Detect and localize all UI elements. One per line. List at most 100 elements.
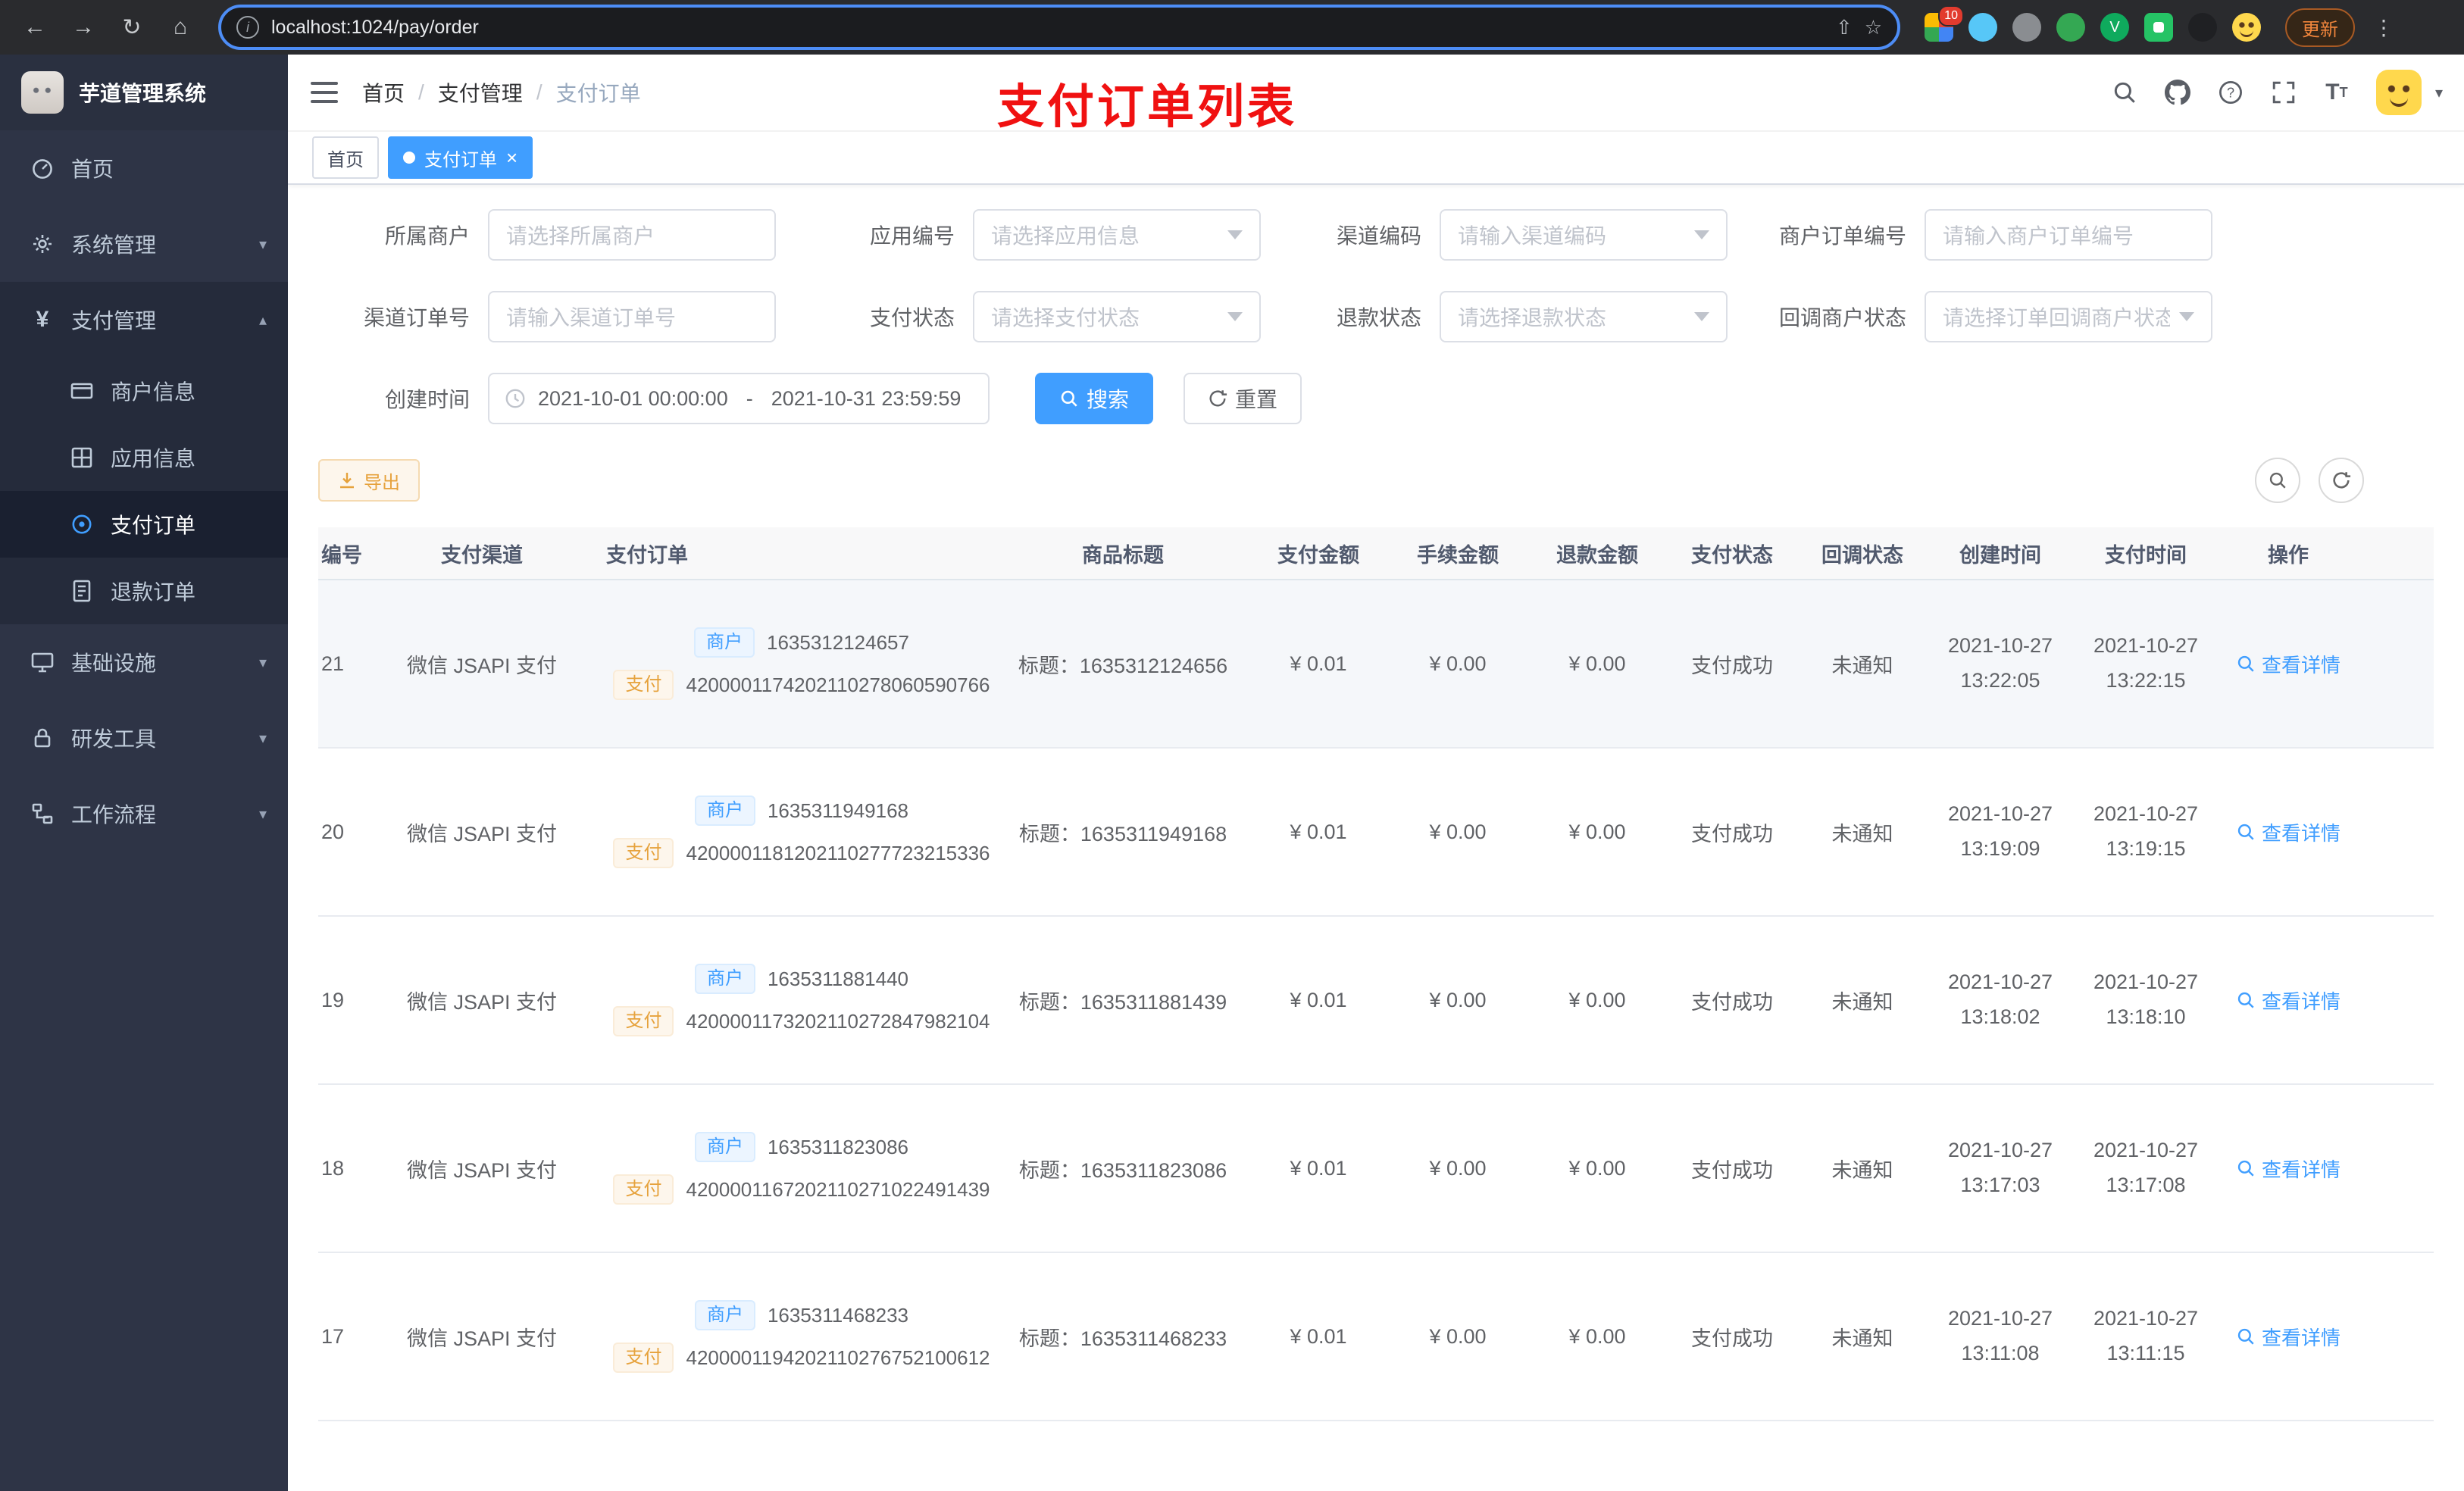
cell-id: 17 bbox=[321, 1324, 345, 1348]
extension-chat-icon[interactable] bbox=[2144, 13, 2173, 42]
export-button[interactable]: 导出 bbox=[318, 459, 420, 502]
sidebar-item-home[interactable]: 首页 bbox=[0, 130, 288, 206]
sidebar-item-pay-order[interactable]: 支付订单 bbox=[0, 491, 288, 558]
sidebar-item-system[interactable]: 系统管理 ▾ bbox=[0, 206, 288, 282]
sidebar-item-refund-order[interactable]: 退款订单 bbox=[0, 558, 288, 624]
table-row: 19 微信 JSAPI 支付 商户 1635311881440 支付 42000… bbox=[318, 917, 2434, 1085]
filter-merchant-input[interactable]: 请选择所属商户 bbox=[488, 209, 776, 261]
github-icon[interactable] bbox=[2164, 79, 2191, 106]
address-bar[interactable]: i localhost:1024/pay/order ⇧ ☆ bbox=[218, 5, 1900, 50]
refresh-button[interactable] bbox=[2319, 458, 2364, 503]
cell-channel: 微信 JSAPI 支付 bbox=[406, 990, 558, 1014]
browser-menu-icon[interactable]: ⋮ bbox=[2373, 15, 2394, 40]
reset-button[interactable]: 重置 bbox=[1184, 373, 1302, 424]
extension-gray-icon[interactable] bbox=[2012, 13, 2041, 42]
cell-action: 查看详情 bbox=[2219, 749, 2358, 915]
cell-id: 19 bbox=[321, 988, 345, 1011]
cell-create-time: 2021-10-27 13:22:05 bbox=[1947, 634, 2053, 692]
breadcrumb-payment[interactable]: 支付管理 bbox=[438, 77, 523, 108]
view-detail-link[interactable]: 查看详情 bbox=[2236, 818, 2340, 846]
dashboard-icon bbox=[30, 156, 55, 180]
cell-fee: ¥ 0.00 bbox=[1429, 820, 1487, 843]
refresh-icon bbox=[2333, 472, 2351, 489]
cell-amount: ¥ 0.01 bbox=[1290, 988, 1347, 1011]
forward-icon[interactable]: → bbox=[64, 8, 103, 47]
pay-tag: 支付 bbox=[613, 838, 674, 868]
cell-channel: 微信 JSAPI 支付 bbox=[406, 1158, 558, 1182]
merchant-tag: 商户 bbox=[694, 1300, 755, 1330]
cell-refund: ¥ 0.00 bbox=[1568, 820, 1626, 843]
sidebar-item-workflow[interactable]: 工作流程 ▾ bbox=[0, 776, 288, 852]
tab-pay-order[interactable]: 支付订单 × bbox=[388, 136, 533, 179]
create-time-range-input[interactable]: 2021-10-01 00:00:00 - 2021-10-31 23:59:5… bbox=[488, 373, 990, 424]
home-icon[interactable]: ⌂ bbox=[161, 8, 200, 47]
merchant-order-no: 1635311468233 bbox=[767, 1303, 909, 1327]
search-button[interactable]: 搜索 bbox=[1035, 373, 1154, 424]
filter-notify-status-select[interactable]: 请选择订单回调商户状态 bbox=[1925, 291, 2212, 342]
cell-order: 商户 1635312124657 支付 42000011742021102780… bbox=[594, 580, 997, 747]
filter-app-select[interactable]: 请选择应用信息 bbox=[973, 209, 1261, 261]
cell-amount: ¥ 0.01 bbox=[1290, 820, 1347, 843]
url-text: localhost:1024/pay/order bbox=[271, 16, 479, 38]
hamburger-icon[interactable] bbox=[311, 82, 338, 103]
merchant-order-no: 1635311949168 bbox=[767, 799, 909, 822]
cell-amount: ¥ 0.01 bbox=[1290, 652, 1347, 675]
share-icon[interactable]: ⇧ bbox=[1836, 16, 1853, 39]
app-logo-row: 芋道管理系统 bbox=[0, 55, 288, 130]
filter-channel-order-no-input[interactable]: 请输入渠道订单号 bbox=[488, 291, 776, 342]
filter-pay-status-select[interactable]: 请选择支付状态 bbox=[973, 291, 1261, 342]
view-detail-link[interactable]: 查看详情 bbox=[2236, 986, 2340, 1014]
extension-emoji-icon[interactable] bbox=[2232, 13, 2261, 42]
view-detail-link[interactable]: 查看详情 bbox=[2236, 1155, 2340, 1183]
chevron-down-icon bbox=[1227, 230, 1243, 239]
help-icon[interactable]: ? bbox=[2217, 79, 2244, 106]
toggle-search-button[interactable] bbox=[2255, 458, 2300, 503]
cell-refund: ¥ 0.00 bbox=[1568, 652, 1626, 675]
merchant-tag: 商户 bbox=[694, 796, 755, 826]
sidebar-item-merchant-info[interactable]: 商户信息 bbox=[0, 358, 288, 424]
view-detail-link[interactable]: 查看详情 bbox=[2236, 1323, 2340, 1351]
orders-table: 编号 支付渠道 支付订单 商品标题 支付金额 手续金额 退款金额 支付状态 回调… bbox=[318, 527, 2434, 1491]
cell-amount: ¥ 0.01 bbox=[1290, 1156, 1347, 1180]
font-size-icon[interactable]: TT bbox=[2323, 79, 2350, 106]
bookmark-star-icon[interactable]: ☆ bbox=[1865, 16, 1882, 39]
table-row: 18 微信 JSAPI 支付 商户 1635311823086 支付 42000… bbox=[318, 1085, 2434, 1253]
table-row-partial: 商户 1635311357862 bbox=[318, 1421, 2434, 1491]
cell-pay-time: 2021-10-27 13:22:15 bbox=[2093, 634, 2199, 692]
search-icon[interactable] bbox=[2111, 79, 2138, 106]
cell-fee: ¥ 0.00 bbox=[1429, 988, 1487, 1011]
extension-blue-icon[interactable] bbox=[1968, 13, 1997, 42]
extension-dark-icon[interactable] bbox=[2188, 13, 2217, 42]
filter-merchant-order-no-input[interactable]: 请输入商户订单编号 bbox=[1925, 209, 2212, 261]
download-icon bbox=[340, 473, 354, 489]
update-button[interactable]: 更新 bbox=[2285, 8, 2355, 47]
sidebar-item-infra[interactable]: 基础设施 ▾ bbox=[0, 624, 288, 700]
sidebar-item-payment[interactable]: ¥ 支付管理 ▴ bbox=[0, 282, 288, 358]
cell-notify-status: 未通知 bbox=[1831, 654, 1893, 677]
sidebar-item-devtools[interactable]: 研发工具 ▾ bbox=[0, 700, 288, 776]
user-avatar[interactable] bbox=[2375, 70, 2422, 115]
extension-grid-icon[interactable]: 10 bbox=[1925, 5, 1964, 42]
tab-home[interactable]: 首页 bbox=[312, 136, 379, 179]
fullscreen-icon[interactable] bbox=[2270, 79, 2297, 106]
cell-order: 商户 1635311949168 支付 42000011812021102777… bbox=[594, 749, 997, 915]
site-info-icon[interactable]: i bbox=[236, 16, 259, 39]
filter-refund-status-select[interactable]: 请选择退款状态 bbox=[1440, 291, 1728, 342]
back-icon[interactable]: ← bbox=[15, 8, 55, 47]
reload-icon[interactable]: ↻ bbox=[112, 8, 152, 47]
extension-green-icon[interactable] bbox=[2056, 13, 2085, 42]
sidebar-item-app-info[interactable]: 应用信息 bbox=[0, 424, 288, 491]
view-detail-link[interactable]: 查看详情 bbox=[2236, 650, 2340, 678]
cell-pay-status: 支付成功 bbox=[1691, 654, 1773, 677]
breadcrumb-home[interactable]: 首页 bbox=[362, 77, 405, 108]
search-icon bbox=[2237, 992, 2254, 1008]
avatar-caret-icon[interactable]: ▾ bbox=[2435, 83, 2443, 102]
cell-order: 商户 1635311881440 支付 42000011732021102728… bbox=[594, 917, 997, 1083]
sidebar: 芋道管理系统 首页 系统管理 ▾ ¥ 支付管理 ▴ 商户信息 应用信息 支付订单… bbox=[0, 55, 288, 1491]
extension-v-icon[interactable]: V bbox=[2100, 13, 2129, 42]
tab-close-icon[interactable]: × bbox=[506, 148, 518, 167]
refresh-icon bbox=[1209, 390, 1227, 407]
filter-channel-code-select[interactable]: 请输入渠道编码 bbox=[1440, 209, 1728, 261]
cell-action: 查看详情 bbox=[2219, 1253, 2358, 1420]
cell-id: 20 bbox=[321, 820, 345, 843]
